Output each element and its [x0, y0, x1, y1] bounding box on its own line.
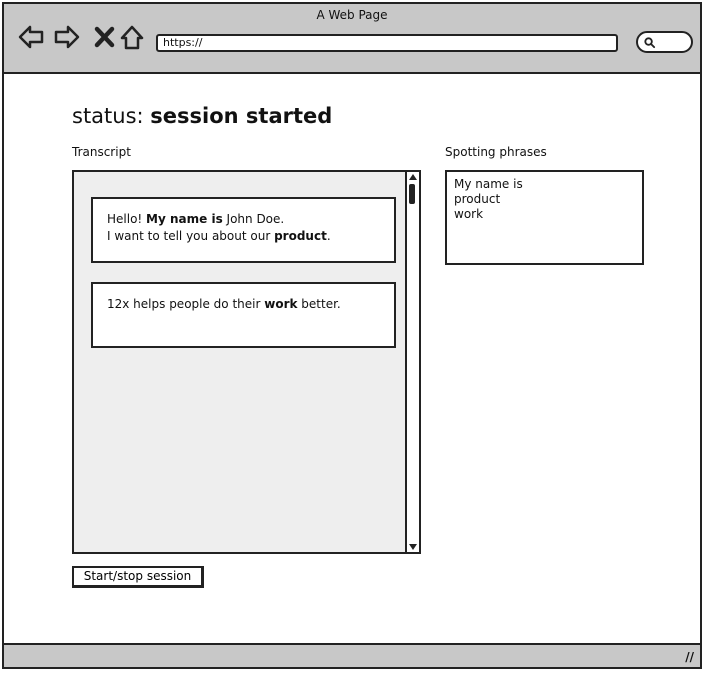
- close-icon[interactable]: [92, 24, 118, 50]
- browser-toolbar: A Web Page https://: [4, 4, 700, 74]
- text-segment: .: [326, 229, 331, 243]
- spotting-phrases-label: Spotting phrases: [445, 145, 547, 159]
- window-title: A Web Page: [316, 8, 388, 22]
- browser-status-bar: //: [4, 643, 700, 667]
- transcript-line: Hello! My name is John Doe.: [107, 211, 380, 228]
- transcript-label: Transcript: [72, 145, 131, 159]
- text-segment: John Doe.: [222, 212, 285, 226]
- status-value: session started: [150, 104, 333, 128]
- transcript-line: I want to tell you about our product.: [107, 228, 380, 245]
- scroll-up-icon[interactable]: [409, 174, 417, 180]
- resize-grip-icon[interactable]: //: [685, 650, 694, 664]
- text-segment: I want to tell you about our: [107, 229, 275, 243]
- browser-window: A Web Page https:// status: session star…: [2, 2, 702, 669]
- scroll-thumb[interactable]: [409, 184, 415, 204]
- transcript-line: 12x helps people do their work better.: [107, 296, 380, 313]
- transcript-entry: Hello! My name is John Doe. I want to te…: [91, 197, 396, 263]
- url-field[interactable]: https://: [156, 34, 618, 52]
- spotting-phrases-box: My name is product work: [445, 170, 644, 265]
- search-icon: [644, 37, 656, 49]
- status-heading: status: session started: [72, 104, 332, 128]
- text-segment: 12x helps people do their: [107, 297, 265, 311]
- phrase-item: product: [454, 192, 501, 206]
- text-segment: better.: [297, 297, 341, 311]
- transcript-scrollbar[interactable]: [405, 172, 419, 552]
- spotted-phrase: My name is: [146, 212, 223, 226]
- transcript-panel[interactable]: Hello! My name is John Doe. I want to te…: [72, 170, 421, 554]
- arrow-right-icon[interactable]: [54, 24, 80, 50]
- arrow-left-icon[interactable]: [18, 24, 44, 50]
- phrase-item: My name is: [454, 177, 523, 191]
- search-button[interactable]: [636, 31, 693, 53]
- scroll-down-icon[interactable]: [409, 544, 417, 550]
- status-prefix: status:: [72, 104, 144, 128]
- text-segment: Hello!: [107, 212, 147, 226]
- phrase-item: work: [454, 207, 484, 221]
- spotted-phrase: product: [274, 229, 327, 243]
- start-stop-session-button[interactable]: Start/stop session: [72, 566, 204, 588]
- transcript-entry: 12x helps people do their work better.: [91, 282, 396, 348]
- home-icon[interactable]: [119, 24, 145, 50]
- spotted-phrase: work: [264, 297, 298, 311]
